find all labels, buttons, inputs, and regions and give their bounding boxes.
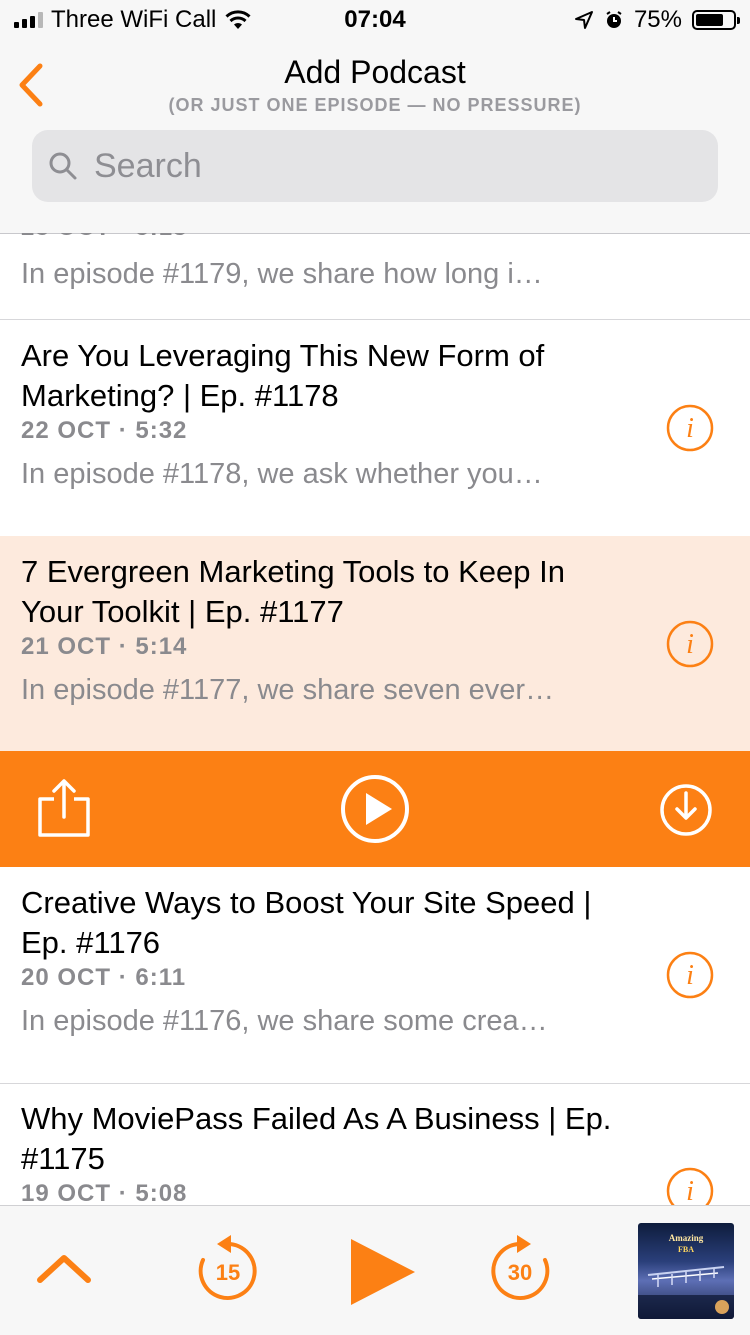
- search-bar[interactable]: [32, 130, 718, 202]
- mini-player: 15 30 Amazing FBA: [0, 1205, 750, 1335]
- share-icon[interactable]: [36, 777, 92, 839]
- info-icon[interactable]: i: [666, 620, 714, 668]
- episode-description: In episode #1178, we ask whether you…: [21, 458, 543, 490]
- episode-row[interactable]: 23 OCT · 5:18 In episode #1179, we share…: [0, 233, 750, 320]
- episode-action-bar: [0, 751, 750, 867]
- page-title: Add Podcast: [284, 54, 466, 90]
- episode-description: In episode #1177, we share seven ever…: [21, 674, 555, 706]
- episode-date: 19 OCT · 5:08: [21, 1180, 188, 1205]
- battery-icon: [692, 10, 740, 30]
- page-subtitle: (OR JUST ONE EPISODE — NO PRESSURE): [168, 95, 582, 115]
- svg-text:i: i: [686, 960, 694, 991]
- info-icon[interactable]: i: [666, 1167, 714, 1205]
- episode-row[interactable]: Why MoviePass Failed As A Business | Ep.…: [0, 1083, 750, 1205]
- episode-row[interactable]: Creative Ways to Boost Your Site Speed |…: [0, 867, 750, 1084]
- battery-percent: 75%: [633, 6, 682, 33]
- chevron-up-icon[interactable]: [36, 1250, 92, 1286]
- info-icon[interactable]: i: [666, 404, 714, 452]
- info-icon[interactable]: i: [666, 951, 714, 999]
- episode-date: 21 OCT · 5:14: [21, 633, 188, 660]
- episode-date: 20 OCT · 6:11: [21, 964, 187, 991]
- search-input[interactable]: [92, 145, 696, 187]
- navigation-bar: Add Podcast (OR JUST ONE EPISODE — NO PR…: [0, 40, 750, 234]
- episode-title: Why MoviePass Failed As A Business | Ep.…: [21, 1101, 612, 1176]
- pier-image: [638, 1266, 734, 1319]
- status-bar: Three WiFi Call 07:04 75%: [0, 0, 750, 40]
- play-icon[interactable]: [348, 1236, 418, 1308]
- play-episode-icon[interactable]: [340, 774, 410, 844]
- location-arrow-icon: [574, 11, 593, 29]
- search-icon: [49, 152, 77, 180]
- svg-text:i: i: [686, 413, 694, 444]
- svg-text:i: i: [686, 629, 694, 660]
- episode-date: 23 OCT · 5:18: [21, 233, 187, 242]
- skip-forward-button[interactable]: 30: [487, 1232, 553, 1304]
- episode-description: In episode #1179, we share how long i…: [21, 258, 543, 290]
- status-right: 75%: [574, 6, 740, 34]
- skip-back-button[interactable]: 15: [195, 1232, 261, 1304]
- episode-title: Creative Ways to Boost Your Site Speed |…: [21, 885, 592, 960]
- episode-description: In episode #1176, we share some crea…: [21, 1005, 548, 1037]
- svg-text:i: i: [686, 1176, 694, 1205]
- download-icon[interactable]: [659, 783, 713, 837]
- episode-date: 22 OCT · 5:32: [21, 417, 188, 444]
- podcast-artwork[interactable]: Amazing FBA: [638, 1223, 734, 1319]
- skip-back-seconds: 15: [215, 1260, 241, 1285]
- skip-forward-seconds: 30: [507, 1260, 533, 1285]
- episode-title: Are You Leveraging This New Form of Mark…: [21, 338, 545, 413]
- alarm-clock-icon: [606, 11, 622, 28]
- battery-fill: [696, 14, 723, 26]
- episode-row[interactable]: Are You Leveraging This New Form of Mark…: [0, 320, 750, 537]
- episode-title: 7 Evergreen Marketing Tools to Keep In Y…: [21, 554, 565, 629]
- episode-row-selected[interactable]: 7 Evergreen Marketing Tools to Keep In Y…: [0, 536, 750, 752]
- episode-list[interactable]: 23 OCT · 5:18 In episode #1179, we share…: [0, 233, 750, 1205]
